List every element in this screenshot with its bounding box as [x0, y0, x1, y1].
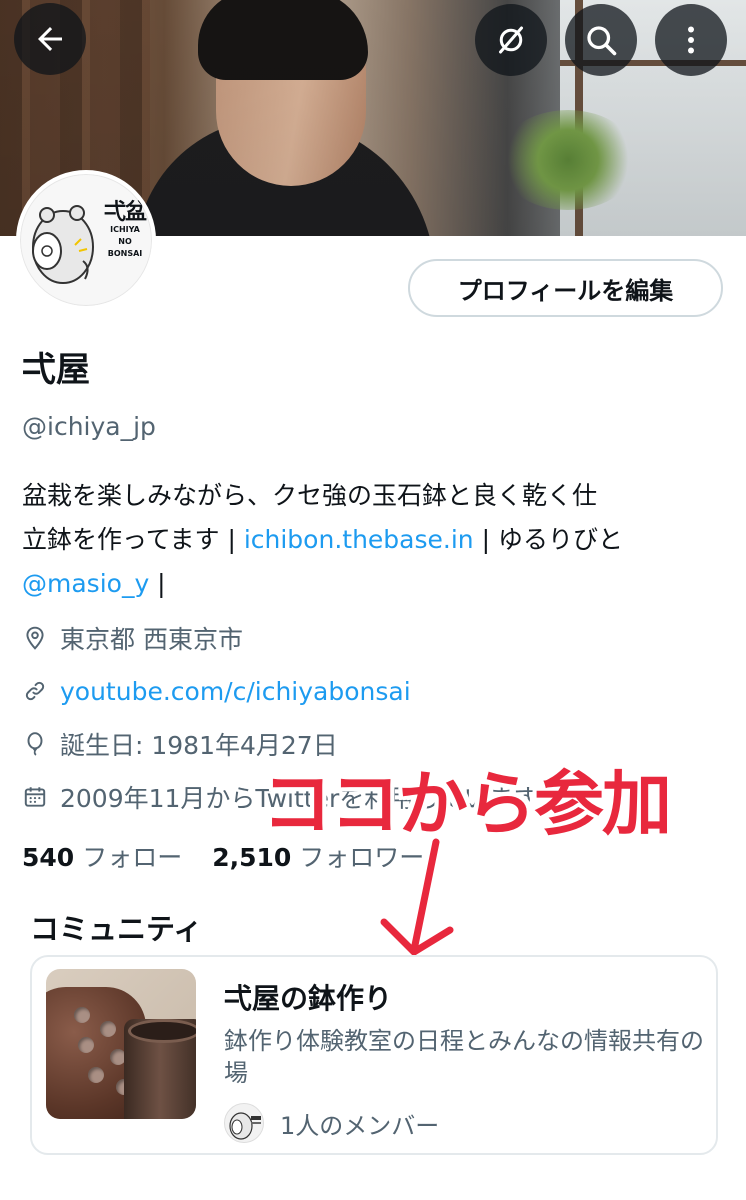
profile-name: 弌屋	[22, 350, 90, 390]
link-icon	[25, 681, 45, 701]
bio-line-3: @masio_y |	[22, 562, 722, 606]
avatar-logo-sub2: NO	[118, 237, 132, 246]
bio-line-2: 立鉢を作ってます | ichibon.thebase.in | ゆるりびと	[22, 518, 722, 562]
location-text: 東京都 西東京市	[60, 625, 243, 654]
grok-icon	[499, 26, 523, 54]
search-button[interactable]	[565, 4, 637, 76]
bear-mascot-icon	[229, 1112, 261, 1140]
grok-button[interactable]	[475, 4, 547, 76]
arrow-left-icon	[38, 27, 62, 51]
community-section-title: コミュニティ	[30, 912, 203, 946]
community-members: 1人のメンバー	[224, 1103, 439, 1143]
avatar-logo-sub1: ICHIYA	[110, 225, 140, 234]
edit-profile-button[interactable]: プロフィールを編集	[408, 259, 723, 317]
back-button[interactable]	[14, 3, 86, 75]
bio-text-3: | ゆるりびと	[473, 525, 623, 554]
search-icon	[587, 26, 617, 56]
following-count: 540	[22, 843, 75, 872]
profile-location: 東京都 西東京市	[22, 618, 243, 658]
bear-mascot-icon	[32, 205, 94, 284]
bio-text-2: 立鉢を作ってます |	[22, 525, 244, 554]
balloon-icon	[27, 732, 43, 756]
bio-line-1: 盆栽を楽しみながら、クセ強の玉石鉢と良く乾く仕	[22, 481, 598, 510]
profile-website[interactable]: youtube.com/c/ichiyabonsai	[22, 671, 411, 711]
calendar-icon	[24, 787, 46, 807]
avatar-logo-sub3: BONSAI	[107, 249, 143, 258]
website-link[interactable]: youtube.com/c/ichiyabonsai	[60, 677, 411, 706]
member-avatar	[224, 1103, 264, 1143]
location-pin-icon	[26, 626, 44, 650]
more-options-button[interactable]	[655, 4, 727, 76]
community-thumbnail	[46, 969, 196, 1119]
profile-avatar[interactable]: 弌盆 ICHIYA NO BONSAI	[16, 170, 156, 310]
avatar-logo: 弌盆 ICHIYA NO BONSAI	[97, 199, 152, 259]
community-card[interactable]: 弌屋の鉢作り 鉢作り体験教室の日程とみんなの情報共有の場 1人のメンバー	[30, 955, 718, 1155]
following-label: フォロー	[82, 843, 183, 872]
community-name: 弌屋の鉢作り	[224, 982, 393, 1015]
avatar-image: 弌盆 ICHIYA NO BONSAI	[20, 174, 152, 306]
bio-link-mention[interactable]: @masio_y	[22, 569, 149, 598]
bio-text-4: |	[149, 569, 166, 598]
following-link[interactable]: 540 フォロー	[22, 838, 182, 874]
profile-bio: 盆栽を楽しみながら、クセ強の玉石鉢と良く乾く仕 立鉢を作ってます | ichib…	[22, 474, 722, 606]
community-description: 鉢作り体験教室の日程とみんなの情報共有の場	[224, 1027, 704, 1087]
annotation-arrow-icon	[378, 838, 457, 959]
thumbnail-pot-round	[124, 1019, 196, 1119]
profile-handle: @ichiya_jp	[22, 412, 156, 441]
more-vertical-icon	[688, 26, 694, 54]
avatar-logo-text: 弌盆	[103, 199, 147, 225]
community-members-count: 1人のメンバー	[280, 1111, 440, 1140]
bio-link-shop[interactable]: ichibon.thebase.in	[244, 525, 474, 554]
annotation-text: ココから参加	[262, 763, 672, 845]
